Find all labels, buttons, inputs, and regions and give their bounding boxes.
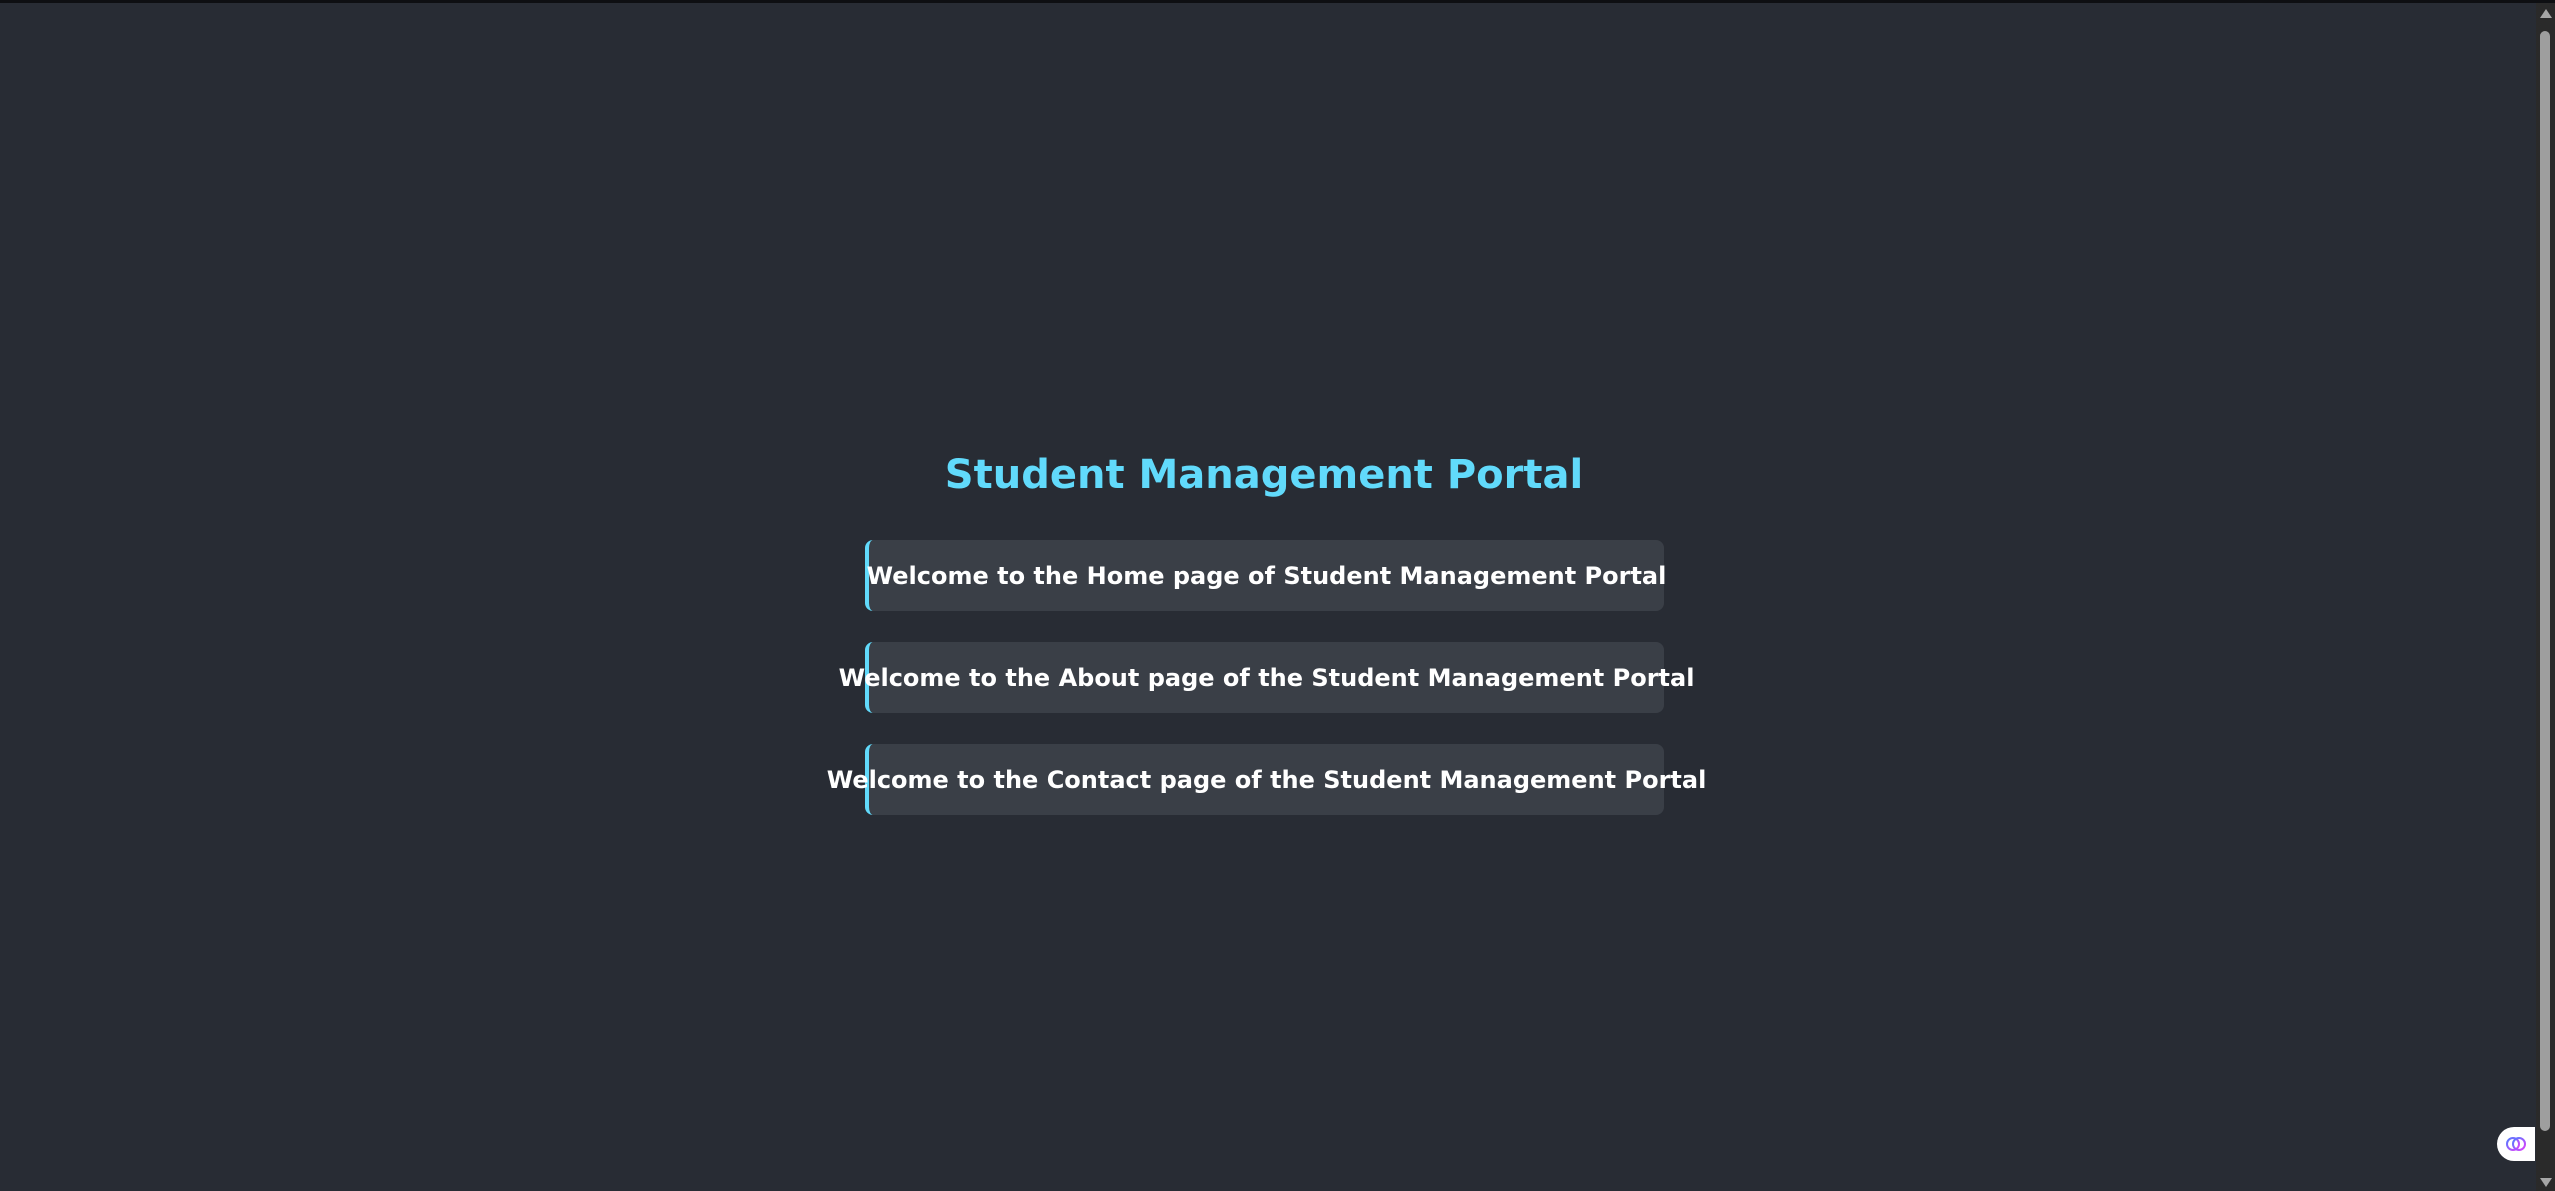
page-title: Student Management Portal bbox=[944, 452, 1584, 498]
about-welcome-text: Welcome to the About page of the Student… bbox=[838, 663, 1695, 692]
scroll-up-arrow-icon[interactable] bbox=[2540, 9, 2552, 18]
contact-welcome-text: Welcome to the Contact page of the Stude… bbox=[826, 765, 1707, 794]
scroll-down-arrow-icon[interactable] bbox=[2540, 1178, 2552, 1187]
home-welcome-card: Welcome to the Home page of Student Mana… bbox=[865, 540, 1667, 611]
contact-welcome-card: Welcome to the Contact page of the Stude… bbox=[827, 744, 1706, 815]
about-welcome-card: Welcome to the About page of the Student… bbox=[839, 642, 1694, 713]
extension-badge[interactable] bbox=[2497, 1127, 2535, 1161]
scrollbar-thumb[interactable] bbox=[2540, 31, 2550, 1131]
window-top-border bbox=[0, 0, 2555, 3]
home-welcome-text: Welcome to the Home page of Student Mana… bbox=[866, 561, 1667, 590]
vertical-scrollbar[interactable] bbox=[2536, 3, 2555, 1191]
brain-icon bbox=[2506, 1137, 2526, 1151]
